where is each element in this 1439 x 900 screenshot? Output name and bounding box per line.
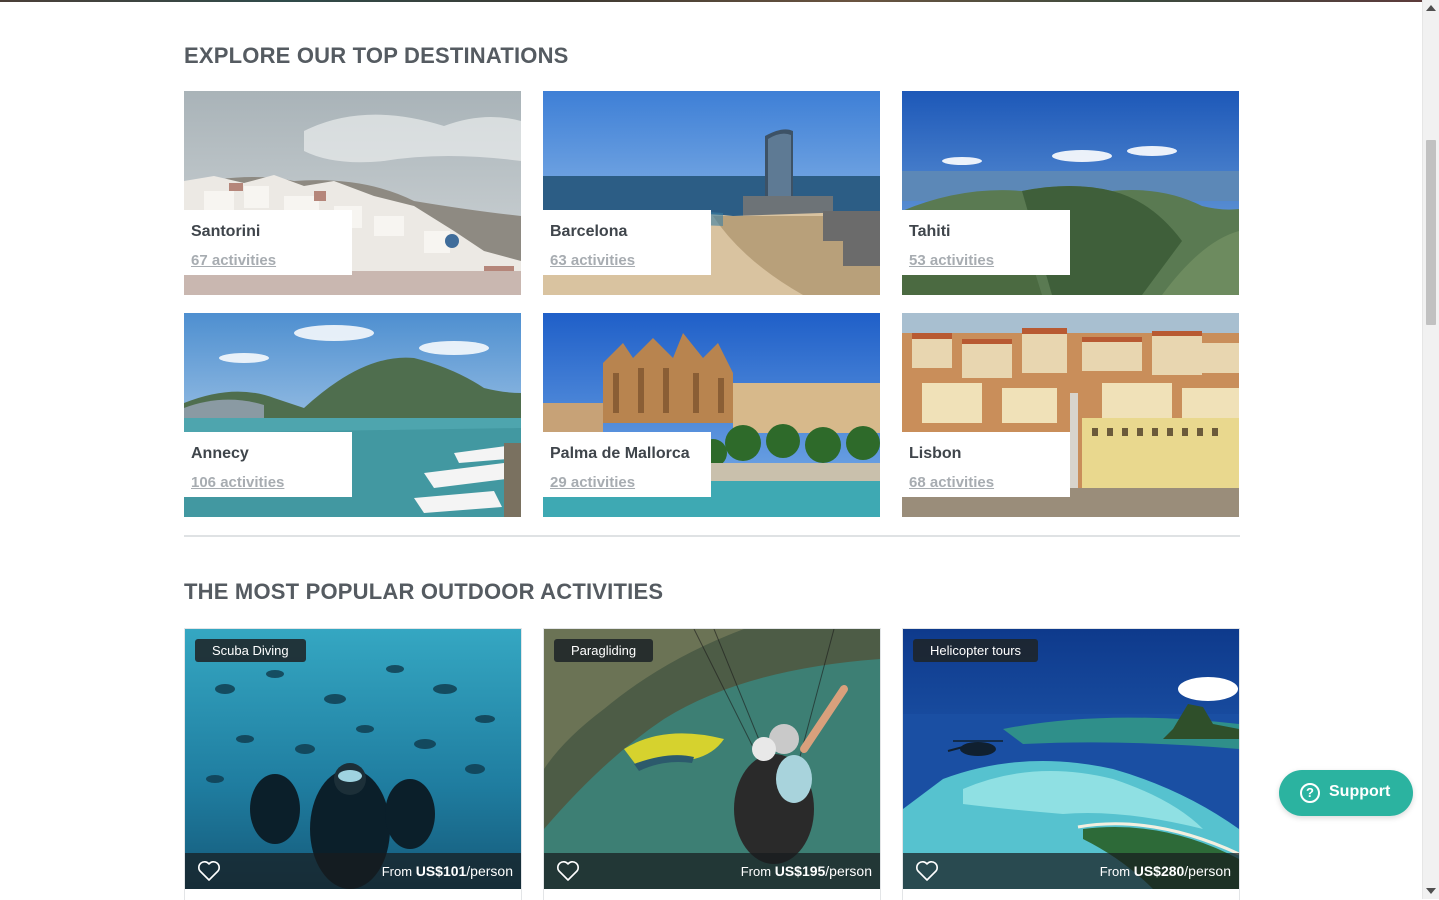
- section-divider: [184, 535, 1240, 537]
- hero-image-bottom-edge: [0, 0, 1423, 2]
- vertical-scrollbar[interactable]: [1422, 0, 1439, 899]
- support-label: Support: [1329, 783, 1391, 800]
- destination-activities-link[interactable]: 67 activities: [191, 252, 276, 269]
- destination-label: Palma de Mallorca 29 activities: [543, 432, 711, 497]
- destination-name: Lisbon: [909, 445, 962, 462]
- destination-name: Tahiti: [909, 223, 951, 240]
- price-unit: /person: [466, 863, 513, 879]
- price-from-label: From: [740, 864, 772, 879]
- activity-card-helicopter-tours[interactable]: Helicopter tours From US$280/person: [902, 628, 1240, 900]
- question-circle-icon: ?: [1300, 783, 1320, 803]
- activity-category-tag: Paragliding: [554, 639, 654, 662]
- activities-section-title: THE MOST POPULAR OUTDOOR ACTIVITIES: [184, 579, 664, 604]
- activity-category-tag: Helicopter tours: [913, 639, 1039, 662]
- destination-label: Tahiti 53 activities: [902, 210, 1070, 275]
- destination-label: Annecy 106 activities: [184, 432, 352, 497]
- activity-price: From US$101/person: [382, 863, 513, 879]
- destination-label: Barcelona 63 activities: [543, 210, 711, 275]
- destination-card-barcelona[interactable]: Barcelona 63 activities: [543, 91, 880, 295]
- destination-name: Santorini: [191, 223, 261, 240]
- price-amount: US$280: [1133, 863, 1185, 879]
- scroll-up-arrow-icon[interactable]: [1426, 5, 1436, 11]
- activity-price-bar: From US$195/person: [544, 853, 880, 889]
- price-amount: US$195: [774, 863, 826, 879]
- scuba-diving-photo: [185, 629, 521, 889]
- scroll-down-arrow-icon[interactable]: [1426, 888, 1436, 894]
- heart-icon[interactable]: [556, 860, 580, 882]
- destinations-section-title: EXPLORE OUR TOP DESTINATIONS: [184, 43, 569, 68]
- price-from-label: From: [381, 864, 413, 879]
- price-from-label: From: [1099, 864, 1131, 879]
- helicopter-tours-photo: [903, 629, 1239, 889]
- activity-category-tag: Scuba Diving: [195, 639, 306, 662]
- destination-card-tahiti[interactable]: Tahiti 53 activities: [902, 91, 1239, 295]
- heart-icon[interactable]: [915, 860, 939, 882]
- destination-name: Barcelona: [550, 223, 628, 240]
- destination-card-santorini[interactable]: Santorini 67 activities: [184, 91, 521, 295]
- price-amount: US$101: [415, 863, 467, 879]
- destination-name: Annecy: [191, 445, 249, 462]
- paragliding-photo: [544, 629, 880, 889]
- heart-icon[interactable]: [197, 860, 221, 882]
- activity-price: From US$280/person: [1100, 863, 1231, 879]
- support-button[interactable]: ? Support: [1279, 770, 1413, 816]
- destination-activities-link[interactable]: 68 activities: [909, 474, 994, 491]
- destination-activities-link[interactable]: 53 activities: [909, 252, 994, 269]
- activity-card-paragliding[interactable]: Paragliding From US$195/person: [543, 628, 881, 900]
- activity-price: From US$195/person: [741, 863, 872, 879]
- price-unit: /person: [825, 863, 872, 879]
- destination-card-palma-de-mallorca[interactable]: Palma de Mallorca 29 activities: [543, 313, 880, 517]
- price-unit: /person: [1184, 863, 1231, 879]
- destination-activities-link[interactable]: 63 activities: [550, 252, 635, 269]
- activity-card-scuba-diving[interactable]: Scuba Diving From US$101/person: [184, 628, 522, 900]
- destination-activities-link[interactable]: 29 activities: [550, 474, 635, 491]
- activity-price-bar: From US$101/person: [185, 853, 521, 889]
- destination-label: Santorini 67 activities: [184, 210, 352, 275]
- scrollbar-thumb[interactable]: [1426, 140, 1436, 325]
- destination-activities-link[interactable]: 106 activities: [191, 474, 284, 491]
- destination-label: Lisbon 68 activities: [902, 432, 1070, 497]
- destination-card-annecy[interactable]: Annecy 106 activities: [184, 313, 521, 517]
- activity-price-bar: From US$280/person: [903, 853, 1239, 889]
- destination-card-lisbon[interactable]: Lisbon 68 activities: [902, 313, 1239, 517]
- destination-name: Palma de Mallorca: [550, 445, 690, 462]
